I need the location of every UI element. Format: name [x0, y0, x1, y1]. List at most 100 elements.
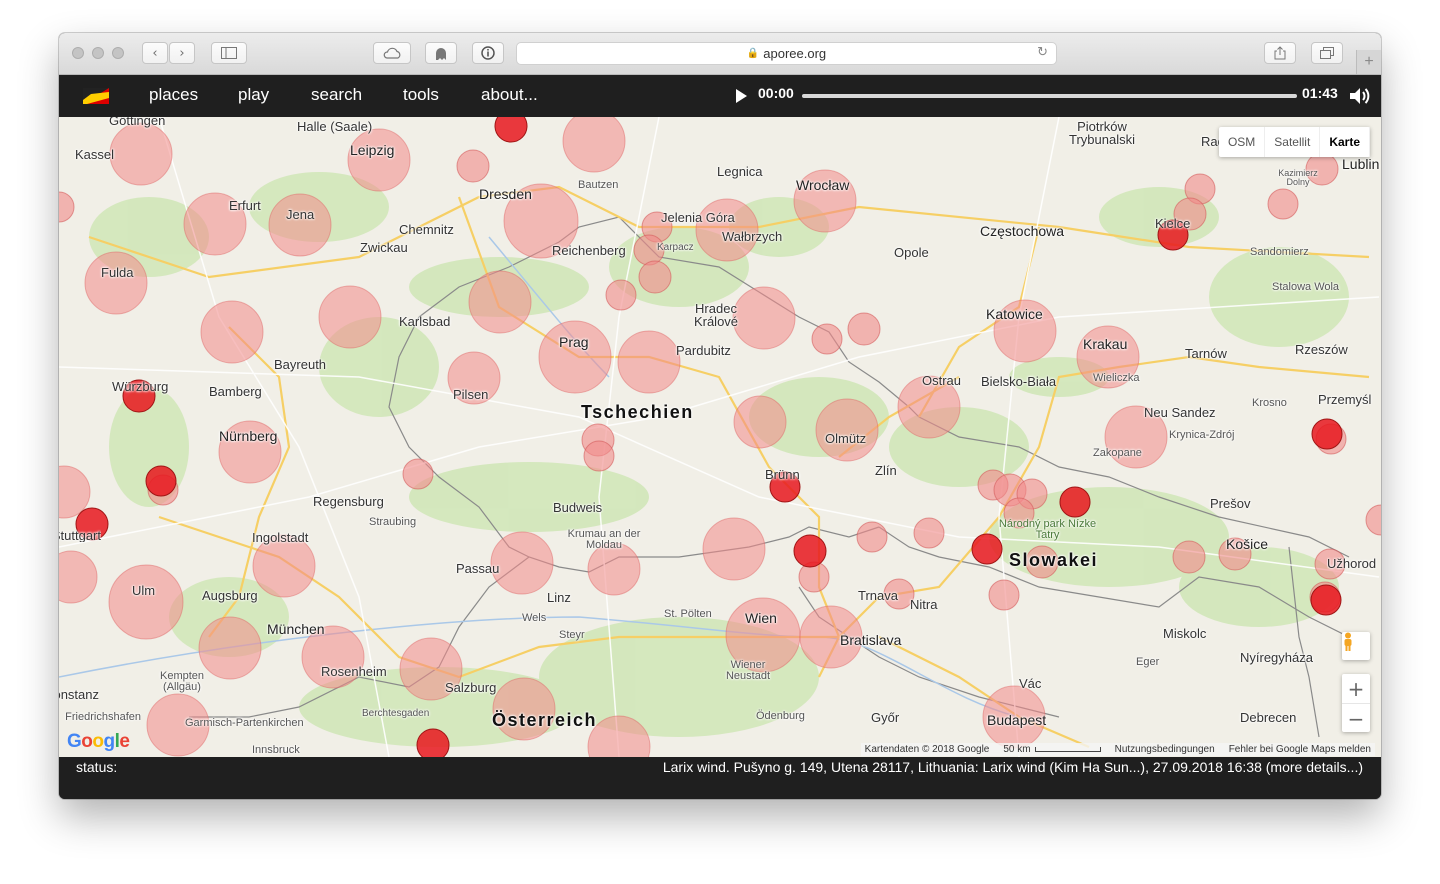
map-data-credit[interactable]: Kartendaten © 2018 Google — [865, 744, 990, 755]
city-label: Legnica — [717, 164, 763, 179]
google-logo[interactable]: Google — [67, 731, 130, 753]
city-label: München — [267, 621, 325, 637]
nav-search[interactable]: search — [311, 85, 362, 105]
german-flag-icon[interactable] — [83, 88, 109, 104]
volume-icon[interactable] — [1348, 85, 1370, 107]
city-label: Nürnberg — [219, 428, 278, 444]
city-label: Jena — [286, 207, 315, 222]
city-label: Sandomierz — [1250, 246, 1309, 258]
city-label: Pilsen — [453, 387, 489, 402]
city-label: Debrecen — [1240, 710, 1297, 725]
nav-tools[interactable]: tools — [403, 85, 439, 105]
pegman-icon — [1344, 632, 1352, 651]
privacy-extension-button[interactable] — [425, 42, 457, 64]
city-label: Vác — [1019, 676, 1042, 691]
back-button[interactable]: ‹ — [142, 42, 168, 64]
nav-play[interactable]: play — [238, 85, 269, 105]
zoom-control: + − — [1342, 674, 1370, 732]
icloud-tabs-button[interactable] — [373, 42, 411, 64]
city-label: Częstochowa — [980, 223, 1065, 239]
city-label: Trnava — [858, 588, 898, 603]
map[interactable]: Tschechien Österreich Slowakei Göttingen… — [59, 117, 1381, 757]
city-label: Fulda — [101, 265, 134, 280]
city-label: Bratislava — [840, 632, 902, 648]
city-label: Friedrichshafen — [65, 712, 141, 723]
sidebar-button[interactable] — [211, 42, 247, 64]
chevron-left-icon: ‹ — [152, 45, 158, 61]
city-label: Ödenburg — [756, 710, 805, 722]
city-label: Stalowa Wola — [1272, 281, 1340, 293]
report-error-link[interactable]: Fehler bei Google Maps melden — [1229, 744, 1371, 755]
status-label: status: — [76, 759, 118, 775]
zoom-out-button[interactable]: − — [1342, 704, 1370, 733]
zoom-window-button[interactable] — [112, 47, 124, 59]
country-label: Österreich — [492, 710, 598, 730]
map-type-satellite[interactable]: Satellit — [1265, 127, 1321, 157]
nav-about[interactable]: about... — [481, 85, 538, 105]
city-label: Rosenheim — [321, 664, 387, 679]
tabs-icon — [1320, 47, 1334, 59]
city-label: Eger — [1136, 656, 1160, 668]
city-label: Krakau — [1083, 336, 1128, 352]
city-label: Erfurt — [229, 198, 261, 213]
city-label: Bielsko-Biała — [981, 374, 1057, 389]
city-label: Przemyśl — [1318, 392, 1372, 407]
city-label: Katowice — [986, 306, 1043, 322]
play-icon[interactable] — [735, 89, 747, 103]
city-label: Wieliczka — [1093, 372, 1140, 384]
city-label: Krosno — [1252, 397, 1287, 409]
scale-bar — [1034, 746, 1101, 752]
city-label: Kassel — [75, 147, 115, 162]
city-label: Karlsbad — [399, 314, 451, 329]
city-label: Linz — [547, 590, 571, 605]
zoom-in-button[interactable]: + — [1342, 674, 1370, 704]
city-label: Zlín — [875, 463, 897, 478]
plus-icon: + — [1364, 53, 1374, 70]
city-label: Užhorod — [1327, 557, 1377, 570]
new-tab-button[interactable]: + — [1356, 50, 1381, 74]
city-label: Kempten (Allgäu) — [159, 670, 205, 693]
city-label: Pardubitz — [676, 343, 731, 358]
city-label: Stuttgart — [59, 529, 101, 542]
address-bar[interactable]: 🔒 aporee.org ↻ — [516, 42, 1057, 65]
city-label: Prag — [559, 334, 589, 350]
close-window-button[interactable] — [72, 47, 84, 59]
city-label: Wałbrzych — [722, 229, 783, 244]
city-label: Ingolstadt — [252, 530, 309, 545]
city-label: Kielce — [1155, 216, 1191, 231]
map-type-osm[interactable]: OSM — [1219, 127, 1266, 157]
city-label: Krumau an der Moldau — [567, 528, 641, 551]
city-label: Salzburg — [445, 680, 497, 695]
info-extension-button[interactable] — [472, 42, 504, 64]
map-type-map[interactable]: Karte — [1320, 127, 1370, 157]
city-label: Passau — [456, 561, 500, 576]
city-label: Győr — [871, 710, 900, 725]
city-label: Miskolc — [1163, 626, 1207, 641]
reload-icon[interactable]: ↻ — [1037, 45, 1048, 60]
status-text[interactable]: Larix wind. Pušyno g. 149, Utena 28117, … — [663, 759, 1363, 775]
country-label: Tschechien — [581, 402, 694, 422]
tab-overview-button[interactable] — [1311, 42, 1343, 64]
share-button[interactable] — [1264, 42, 1296, 64]
forward-button[interactable]: › — [169, 42, 195, 64]
city-label: Budweis — [553, 500, 603, 515]
terms-link[interactable]: Nutzungsbedingungen — [1115, 744, 1215, 755]
city-label: Bautzen — [578, 179, 619, 191]
scale-indicator[interactable]: 50 km — [1003, 744, 1101, 755]
city-label: Opole — [894, 245, 929, 260]
duration: 01:43 — [1302, 85, 1338, 101]
city-label: Garmisch-Partenkirchen — [185, 717, 304, 729]
city-label: Národný park Nízke Tatry — [998, 518, 1097, 541]
city-label: Augsburg — [202, 588, 258, 603]
scale-label: 50 km — [1003, 744, 1031, 755]
city-label: Olmütz — [825, 431, 867, 446]
city-label: Chemnitz — [399, 222, 454, 237]
playback-progress-bar[interactable] — [802, 94, 1297, 98]
street-view-pegman[interactable] — [1342, 632, 1370, 660]
nav-places[interactable]: places — [149, 85, 198, 105]
city-label: Wiener Neustadt — [725, 659, 771, 682]
minimize-window-button[interactable] — [92, 47, 104, 59]
chevron-right-icon: › — [179, 45, 185, 61]
city-label: Nyíregyháza — [1240, 650, 1313, 665]
city-label: Zwickau — [360, 240, 408, 255]
